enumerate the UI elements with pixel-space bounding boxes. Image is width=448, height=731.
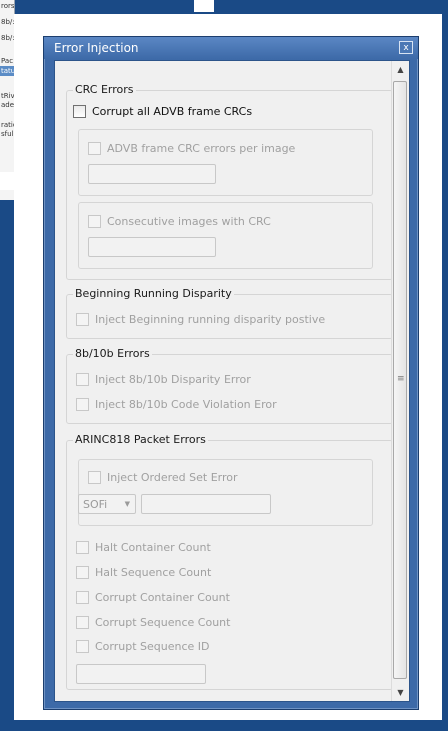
background-panel-edge <box>0 172 14 190</box>
sequence-id-input[interactable] <box>76 664 206 684</box>
halt-container-count-label: Halt Container Count <box>95 541 211 554</box>
inject-code-violation-label: Inject 8b/10b Code Violation Eror <box>95 398 277 411</box>
ordered-set-selected: SOFi <box>83 498 108 511</box>
corrupt-all-crcs-checkbox[interactable] <box>73 105 86 118</box>
crc-per-image-input[interactable] <box>88 164 216 184</box>
corrupt-sequence-id-checkbox[interactable] <box>76 640 89 653</box>
corrupt-sequence-id-row[interactable]: Corrupt Sequence ID <box>76 640 210 653</box>
consecutive-images-checkbox[interactable] <box>88 215 101 228</box>
crc-per-image-row[interactable]: ADVB frame CRC errors per image <box>88 142 295 155</box>
inject-running-disparity-checkbox[interactable] <box>76 313 89 326</box>
background-text: Pac <box>1 57 14 65</box>
inject-disparity-error-row[interactable]: Inject 8b/10b Disparity Error <box>76 373 251 386</box>
window-title: Error Injection <box>54 41 139 55</box>
inject-disparity-error-label: Inject 8b/10b Disparity Error <box>95 373 251 386</box>
frame-notch <box>194 0 214 12</box>
ordered-set-group: Inject Ordered Set Error SOFi ▼ <box>78 459 373 526</box>
vertical-scrollbar[interactable]: ▲ ≡ ▼ <box>391 61 409 701</box>
inject-running-disparity-label: Inject Beginning running disparity posti… <box>95 313 326 326</box>
background-selected-row: tatu <box>0 66 14 76</box>
title-bar[interactable]: Error Injection x <box>44 37 418 59</box>
running-disparity-group: Beginning Running Disparity Inject Begin… <box>66 287 393 339</box>
inject-running-disparity-row[interactable]: Inject Beginning running disparity posti… <box>76 313 325 326</box>
arinc-packet-errors-legend: ARINC818 Packet Errors <box>73 433 208 446</box>
scrollbar-thumb[interactable]: ≡ <box>393 81 407 679</box>
background-text: tatu <box>1 67 15 75</box>
corrupt-all-crcs-row[interactable]: Corrupt all ADVB frame CRCs <box>73 105 252 118</box>
error-injection-window: Error Injection x CRC Errors Corrupt all… <box>43 36 419 710</box>
crc-errors-group: CRC Errors Corrupt all ADVB frame CRCs A… <box>66 83 393 280</box>
running-disparity-legend: Beginning Running Disparity <box>73 287 234 300</box>
corrupt-all-crcs-label: Corrupt all ADVB frame CRCs <box>92 105 253 118</box>
crc-errors-legend: CRC Errors <box>73 83 136 96</box>
corrupt-sequence-count-label: Corrupt Sequence Count <box>95 616 231 629</box>
grip-icon: ≡ <box>397 374 405 384</box>
background-app-window: rors 8b/: 8b/: Pac tatu tRiv ade ratio s… <box>0 0 15 200</box>
inject-code-violation-checkbox[interactable] <box>76 398 89 411</box>
crc-per-image-label: ADVB frame CRC errors per image <box>107 142 296 155</box>
background-text: 8b/: <box>1 34 15 42</box>
corrupt-sequence-count-row[interactable]: Corrupt Sequence Count <box>76 616 230 629</box>
inject-ordered-set-row[interactable]: Inject Ordered Set Error <box>88 471 238 484</box>
scroll-up-icon[interactable]: ▲ <box>392 61 409 78</box>
corrupt-container-count-row[interactable]: Corrupt Container Count <box>76 591 230 604</box>
background-text: 8b/: <box>1 18 15 26</box>
background-text: rors <box>1 2 15 10</box>
corrupt-container-count-label: Corrupt Container Count <box>95 591 230 604</box>
chevron-down-icon: ▼ <box>124 500 130 508</box>
background-text: ade <box>1 101 15 109</box>
consecutive-images-input[interactable] <box>88 237 216 257</box>
errors-8b10b-legend: 8b/10b Errors <box>73 347 152 360</box>
window-client-area: CRC Errors Corrupt all ADVB frame CRCs A… <box>54 60 410 702</box>
consecutive-images-label: Consecutive images with CRC <box>107 215 271 228</box>
ordered-set-input[interactable] <box>141 494 271 514</box>
inject-disparity-error-checkbox[interactable] <box>76 373 89 386</box>
halt-sequence-count-row[interactable]: Halt Sequence Count <box>76 566 211 579</box>
arinc-packet-errors-group: ARINC818 Packet Errors Inject Ordered Se… <box>66 433 393 690</box>
halt-sequence-count-label: Halt Sequence Count <box>95 566 212 579</box>
close-icon: x <box>403 43 409 53</box>
close-button[interactable]: x <box>399 41 413 54</box>
background-text: tRiv <box>1 92 15 100</box>
consecutive-images-row[interactable]: Consecutive images with CRC <box>88 215 271 228</box>
halt-sequence-count-checkbox[interactable] <box>76 566 89 579</box>
crc-per-image-group: ADVB frame CRC errors per image <box>78 129 373 196</box>
halt-container-count-row[interactable]: Halt Container Count <box>76 541 211 554</box>
scroll-down-icon[interactable]: ▼ <box>392 684 409 701</box>
crc-per-image-checkbox[interactable] <box>88 142 101 155</box>
corrupt-sequence-id-label: Corrupt Sequence ID <box>95 640 210 653</box>
inject-code-violation-row[interactable]: Inject 8b/10b Code Violation Eror <box>76 398 277 411</box>
consecutive-images-group: Consecutive images with CRC <box>78 202 373 269</box>
halt-container-count-checkbox[interactable] <box>76 541 89 554</box>
errors-8b10b-group: 8b/10b Errors Inject 8b/10b Disparity Er… <box>66 347 393 424</box>
background-text: sfull <box>1 130 15 138</box>
inject-ordered-set-checkbox[interactable] <box>88 471 101 484</box>
inject-ordered-set-label: Inject Ordered Set Error <box>107 471 238 484</box>
corrupt-container-count-checkbox[interactable] <box>76 591 89 604</box>
corrupt-sequence-count-checkbox[interactable] <box>76 616 89 629</box>
background-text: ratio <box>1 121 14 129</box>
ordered-set-select[interactable]: SOFi ▼ <box>78 494 136 514</box>
